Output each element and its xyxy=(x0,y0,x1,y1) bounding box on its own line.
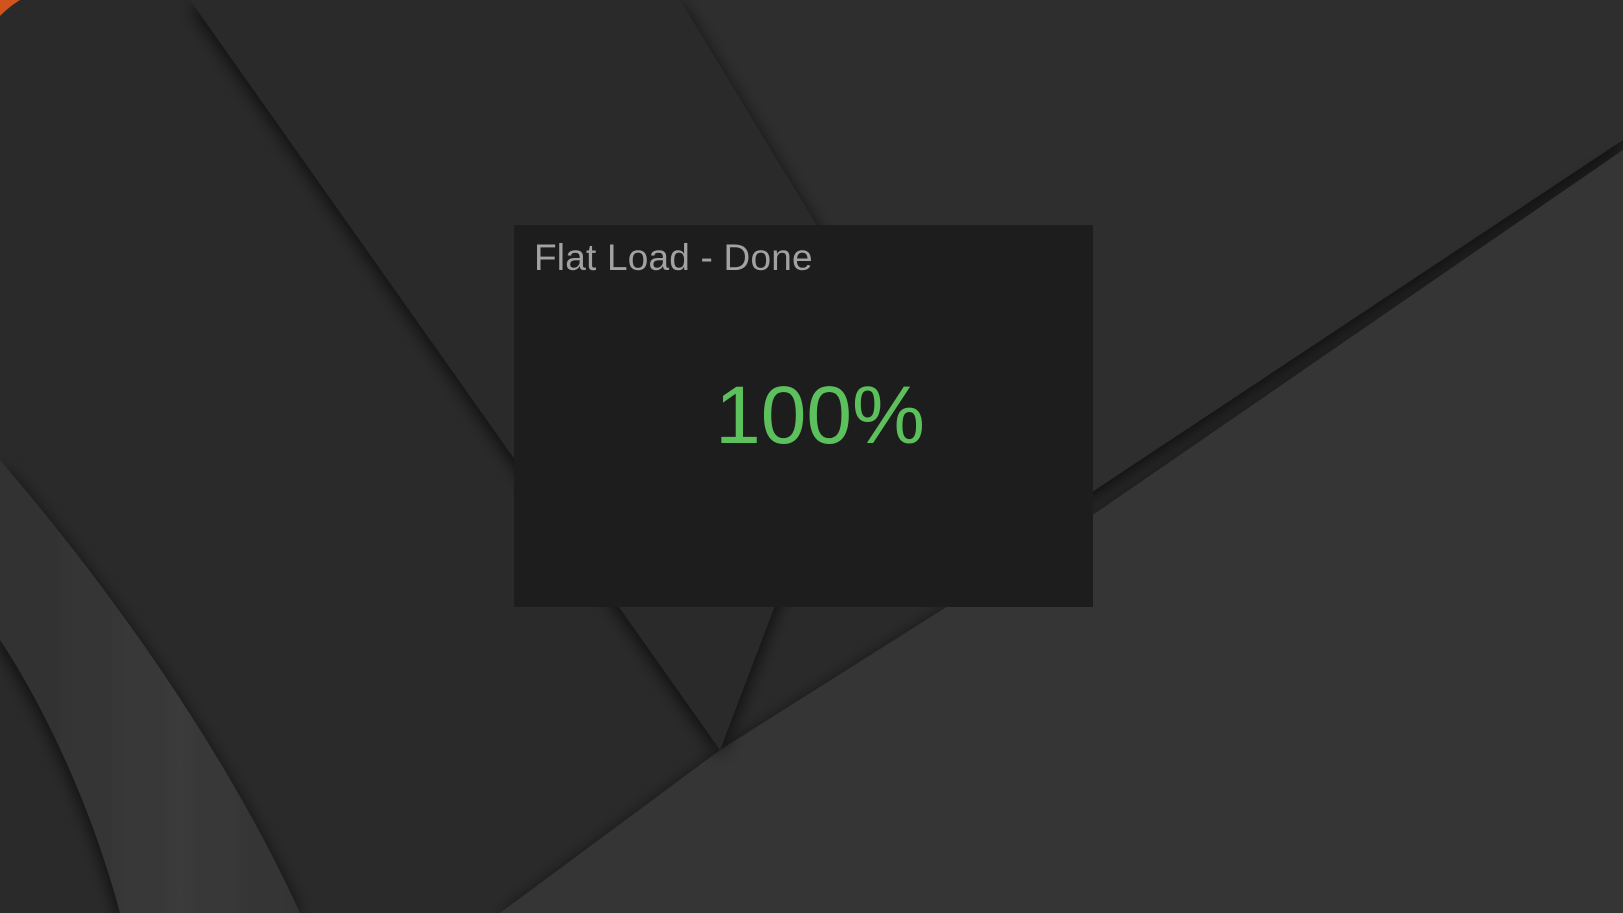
dialog-title: Flat Load - Done xyxy=(534,237,813,278)
flat-load-dialog: Flat Load - Done 100% xyxy=(514,225,1093,607)
progress-percentage: 100% xyxy=(715,370,925,461)
